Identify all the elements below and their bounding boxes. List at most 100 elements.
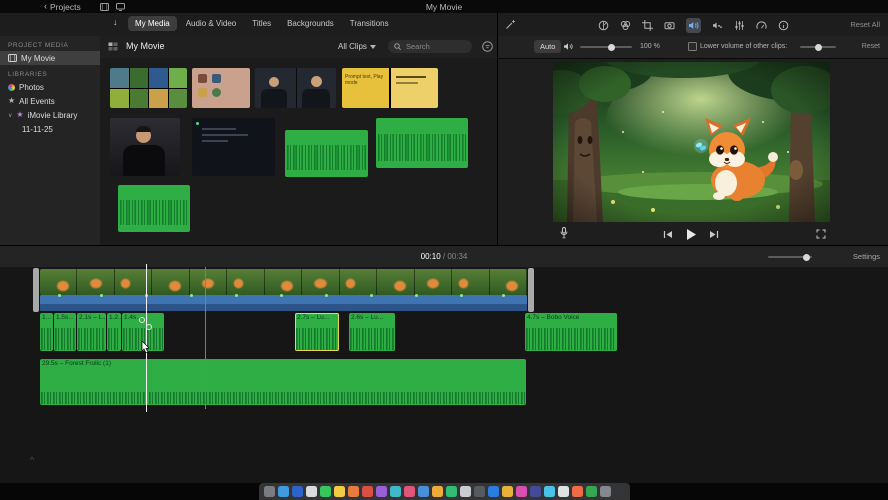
crop-icon[interactable] xyxy=(642,20,653,31)
keyframe-handle[interactable] xyxy=(139,317,145,323)
media-thumbnail-slides[interactable]: Prompt test, Play mode xyxy=(342,68,438,108)
dock-app-icon[interactable] xyxy=(571,486,583,497)
color-correction-icon[interactable] xyxy=(620,20,631,31)
keyframe-dot[interactable] xyxy=(190,294,193,297)
filmstrip-frame[interactable] xyxy=(414,269,453,295)
color-balance-icon[interactable] xyxy=(598,20,609,31)
tab-audio-video[interactable]: Audio & Video xyxy=(179,16,244,31)
fullscreen-icon[interactable] xyxy=(816,229,826,239)
info-icon[interactable] xyxy=(778,20,789,31)
clip-appearance-icon[interactable] xyxy=(108,42,118,51)
dock-app-icon[interactable] xyxy=(263,486,275,497)
noise-reduction-icon[interactable] xyxy=(712,20,723,31)
audio-clip[interactable]: 2.6s – Lu... xyxy=(349,313,395,351)
sidebar-item-imovie-library[interactable]: ∨ ★ iMovie Library xyxy=(0,108,100,122)
audio-clip[interactable]: 1.5s... xyxy=(54,313,76,351)
equalizer-icon[interactable] xyxy=(734,20,745,31)
filmstrip-frame[interactable] xyxy=(302,269,340,295)
audio-clip[interactable]: 1.2... xyxy=(107,313,121,351)
video-audio-track[interactable] xyxy=(40,294,527,311)
media-browser-icon[interactable] xyxy=(100,2,109,11)
reset-all-button[interactable]: Reset All xyxy=(850,20,880,29)
skip-forward-button[interactable] xyxy=(709,230,719,239)
volume-slider[interactable] xyxy=(580,43,632,51)
keyframe-dot[interactable] xyxy=(100,294,103,297)
play-button[interactable] xyxy=(686,229,696,240)
dock-app-icon[interactable] xyxy=(375,486,387,497)
volume-icon[interactable] xyxy=(686,18,701,33)
media-thumbnail-collage[interactable] xyxy=(110,68,187,108)
chevron-down-icon[interactable]: ∨ xyxy=(8,112,12,119)
audio-clip-thumbnail[interactable] xyxy=(118,185,190,232)
keyframe-dot[interactable] xyxy=(325,294,328,297)
voiceover-mic-icon[interactable] xyxy=(560,227,568,239)
keyframe-handle[interactable] xyxy=(146,324,152,330)
dock-app-icon[interactable] xyxy=(529,486,541,497)
tab-my-media[interactable]: My Media xyxy=(128,16,177,31)
dock-app-icon[interactable] xyxy=(389,486,401,497)
filmstrip-frame[interactable] xyxy=(377,269,415,295)
ducking-slider[interactable] xyxy=(800,43,836,51)
keyframe-dot[interactable] xyxy=(460,294,463,297)
keyframe-dot[interactable] xyxy=(370,294,373,297)
dock-app-icon[interactable] xyxy=(319,486,331,497)
sidebar-item-all-events[interactable]: ★ All Events xyxy=(0,94,100,108)
dock-app-icon[interactable] xyxy=(473,486,485,497)
dock-app-icon[interactable] xyxy=(515,486,527,497)
dock-app-icon[interactable] xyxy=(305,486,317,497)
filmstrip-frame[interactable] xyxy=(77,269,115,295)
clips-filter-dropdown[interactable]: All Clips xyxy=(338,42,376,51)
dock-app-icon[interactable] xyxy=(333,486,345,497)
filmstrip-frame[interactable] xyxy=(152,269,190,295)
filmstrip-frame[interactable] xyxy=(40,269,78,295)
display-icon[interactable] xyxy=(116,2,125,11)
reset-button[interactable]: Reset xyxy=(862,43,880,50)
dock-app-icon[interactable] xyxy=(501,486,513,497)
dock-app-icon[interactable] xyxy=(445,486,457,497)
search-input[interactable] xyxy=(404,41,466,52)
dock-app-icon[interactable] xyxy=(487,486,499,497)
dock-app-icon[interactable] xyxy=(613,486,625,497)
audio-clip[interactable]: 1... xyxy=(40,313,53,351)
timeline-zoom-slider[interactable] xyxy=(768,253,812,261)
audio-clip-thumbnail[interactable] xyxy=(376,118,468,168)
ducking-slider-knob[interactable] xyxy=(815,43,822,51)
auto-volume-button[interactable]: Auto xyxy=(534,40,562,53)
filmstrip-frame[interactable] xyxy=(339,269,378,295)
back-to-projects-button[interactable]: ‹ Projects xyxy=(44,2,81,12)
filmstrip-frame[interactable] xyxy=(489,269,527,295)
sidebar-item-my-movie[interactable]: My Movie xyxy=(0,51,100,65)
speed-icon[interactable] xyxy=(756,20,767,31)
background-music-clip[interactable]: 29.5s – Forest Frolic (1) xyxy=(40,359,526,405)
sidebar-item-photos[interactable]: Photos xyxy=(0,80,100,94)
keyframe-dot[interactable] xyxy=(280,294,283,297)
audio-clip-selected[interactable]: 2.7s – Lu... xyxy=(295,313,339,351)
enhance-wand-icon[interactable] xyxy=(505,19,516,30)
media-thumbnail-man[interactable] xyxy=(110,118,180,176)
tab-transitions[interactable]: Transitions xyxy=(343,16,396,31)
media-thumbnail-screen[interactable] xyxy=(192,118,275,176)
dock-app-icon[interactable] xyxy=(417,486,429,497)
stabilization-icon[interactable] xyxy=(664,20,675,31)
timeline-filmstrip[interactable] xyxy=(40,269,527,295)
dock-app-icon[interactable] xyxy=(431,486,443,497)
playhead[interactable] xyxy=(146,264,147,412)
filmstrip-frame[interactable] xyxy=(227,269,265,295)
sidebar-item-library-date[interactable]: 11-11-25 xyxy=(0,122,100,136)
dock-app-icon[interactable] xyxy=(543,486,555,497)
volume-slider-knob[interactable] xyxy=(608,43,615,51)
filter-circle-icon[interactable] xyxy=(482,41,493,52)
dock-app-icon[interactable] xyxy=(585,486,597,497)
timeline-zoom-knob[interactable] xyxy=(803,253,810,261)
dock-app-icon[interactable] xyxy=(347,486,359,497)
tab-backgrounds[interactable]: Backgrounds xyxy=(280,16,341,31)
filmstrip-frame[interactable] xyxy=(452,269,490,295)
dock-app-icon[interactable] xyxy=(557,486,569,497)
clip-trim-handle-right[interactable] xyxy=(528,268,534,312)
dock[interactable] xyxy=(258,483,630,500)
keyframe-dot[interactable] xyxy=(502,294,505,297)
filmstrip-frame[interactable] xyxy=(264,269,303,295)
tab-titles[interactable]: Titles xyxy=(245,16,278,31)
audio-clip[interactable]: 4.7s – Bobo Voice xyxy=(525,313,617,351)
timeline-settings-button[interactable]: Settings xyxy=(853,252,880,261)
